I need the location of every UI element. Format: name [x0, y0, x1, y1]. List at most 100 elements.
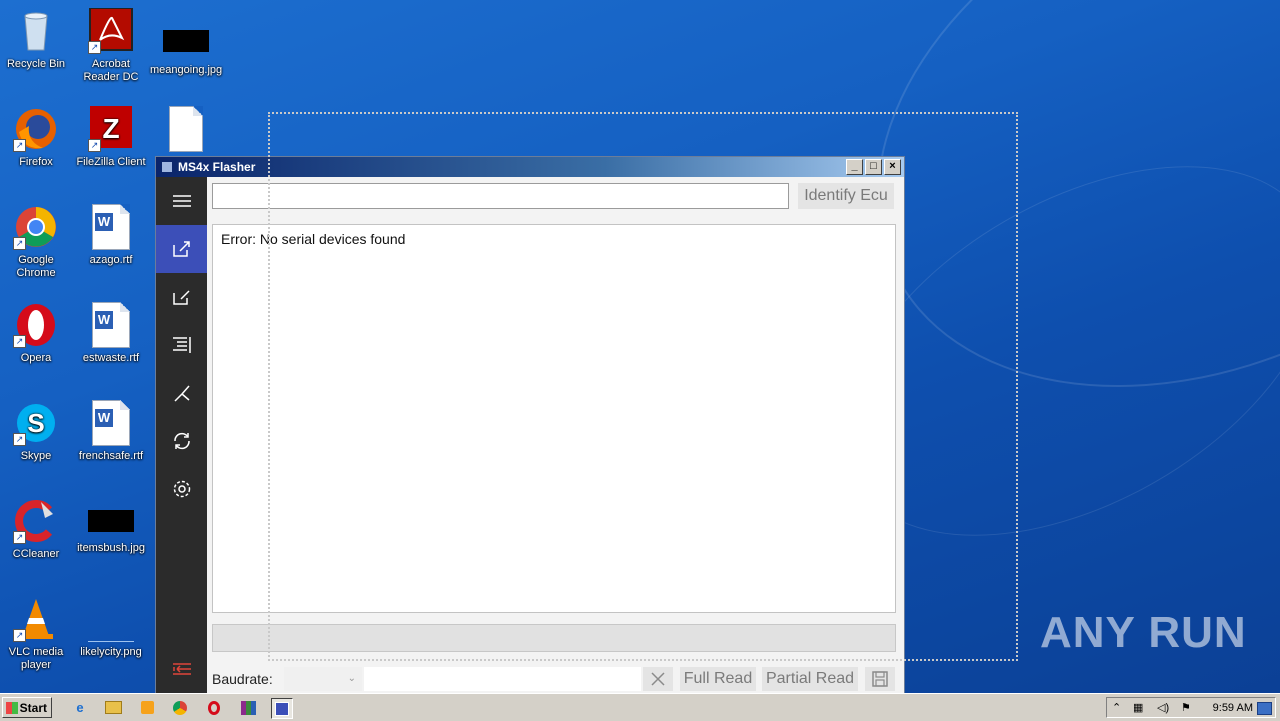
tools-icon	[173, 385, 190, 402]
opera-icon	[208, 700, 220, 715]
status-field	[364, 667, 641, 691]
desktop-file-blank[interactable]	[150, 106, 222, 156]
desktop-file-itemsbush[interactable]: itemsbush.jpg	[75, 498, 147, 555]
window-title: MS4x Flasher	[178, 160, 256, 174]
word-document-icon: W	[88, 400, 134, 446]
full-read-button[interactable]: Full Read	[680, 667, 756, 691]
clock[interactable]: 9:59 AM	[1213, 702, 1253, 714]
sidebar-item-read[interactable]	[156, 225, 207, 273]
image-thumbnail-icon	[88, 510, 134, 532]
desktop-icon-acrobat[interactable]: ↗ Acrobat Reader DC	[75, 7, 147, 84]
ms4x-flasher-window: MS4x Flasher _ □ × Identify Ecu Error: N…	[155, 156, 905, 694]
desktop-icon-filezilla[interactable]: Z ↗ FileZilla Client	[75, 106, 147, 169]
desktop-icon-label: VLC media player	[8, 646, 64, 671]
chevron-down-icon: ⌄	[347, 673, 356, 684]
collapse-sidebar-button[interactable]	[156, 645, 207, 693]
desktop-icon-skype[interactable]: S ↗ Skype	[0, 400, 72, 463]
output-log: Error: No serial devices found	[212, 224, 896, 613]
start-button[interactable]: Start	[2, 697, 52, 718]
desktop-icon-firefox[interactable]: ↗ Firefox	[0, 106, 72, 169]
refresh-icon	[173, 432, 190, 450]
baudrate-label: Baudrate:	[212, 671, 273, 687]
app-icon	[275, 701, 289, 716]
word-document-icon: W	[88, 204, 134, 250]
close-button[interactable]: ×	[884, 159, 901, 175]
minimize-button[interactable]: _	[846, 159, 863, 175]
blank-document-icon	[163, 106, 209, 152]
volume-icon[interactable]: ◁)	[1157, 701, 1169, 714]
desktop-icon-ccleaner[interactable]: ↗ CCleaner	[0, 498, 72, 561]
show-desktop-icon[interactable]	[1257, 702, 1272, 715]
log-icon	[172, 337, 191, 353]
save-button[interactable]	[865, 667, 895, 691]
image-thumbnail-icon	[163, 30, 209, 52]
ie-icon: e	[76, 700, 84, 715]
desktop-icon-label: estwaste.rtf	[82, 352, 140, 364]
chrome-icon	[173, 700, 187, 715]
anyrun-watermark: ANY RUN	[1040, 608, 1247, 657]
desktop-file-frenchsafe[interactable]: W frenchsafe.rtf	[75, 400, 147, 463]
taskbar-ms4x-flasher-button[interactable]	[271, 698, 293, 719]
partial-read-button[interactable]: Partial Read	[762, 667, 858, 691]
desktop-icon-label: meangoing.jpg	[150, 64, 223, 76]
identify-ecu-button[interactable]: Identify Ecu	[798, 183, 894, 209]
firefox-icon: ↗	[13, 106, 59, 152]
desktop-icon-vlc[interactable]: ↗ VLC media player	[0, 596, 72, 672]
settings-icon	[173, 480, 190, 498]
ecu-input[interactable]	[212, 183, 789, 209]
desktop-icon-label: Recycle Bin	[6, 58, 66, 70]
maximize-button[interactable]: □	[865, 159, 882, 175]
ccleaner-icon: ↗	[13, 498, 59, 544]
write-icon	[172, 290, 190, 305]
log-message: Error: No serial devices found	[221, 231, 406, 247]
app-icon	[162, 162, 172, 172]
start-label: Start	[19, 701, 47, 715]
desktop-file-estwaste[interactable]: W estwaste.rtf	[75, 302, 147, 365]
taskbar-opera-button[interactable]	[204, 698, 224, 717]
taskbar-chrome-button[interactable]	[170, 698, 190, 717]
menu-icon	[172, 195, 191, 207]
progress-bar	[212, 624, 896, 652]
desktop-icon-label: Acrobat Reader DC	[83, 58, 139, 83]
taskbar-explorer-button[interactable]	[103, 698, 123, 717]
taskbar: Start e ⌃ ▦ ◁) ⚑ 9:59 AM	[0, 693, 1280, 721]
desktop-icon-google-chrome[interactable]: ↗ Google Chrome	[0, 204, 72, 280]
title-bar[interactable]: MS4x Flasher _ □ ×	[156, 157, 904, 177]
connect-icon	[172, 241, 190, 257]
desktop-icon-recycle-bin[interactable]: Recycle Bin	[0, 8, 72, 71]
sidebar-item-refresh[interactable]	[156, 417, 207, 465]
archive-icon	[240, 700, 256, 715]
collapse-icon	[172, 663, 191, 675]
sidebar-item-log[interactable]	[156, 321, 207, 369]
recycle-bin-icon	[13, 8, 59, 54]
desktop-icon-label: itemsbush.jpg	[77, 542, 145, 554]
baudrate-select[interactable]: ⌄	[284, 667, 362, 691]
acrobat-icon: ↗	[88, 7, 134, 54]
desktop-icon-opera[interactable]: ↗ Opera	[0, 302, 72, 365]
cancel-button[interactable]	[643, 667, 673, 691]
menu-button[interactable]	[156, 177, 207, 225]
taskbar-ie-button[interactable]: e	[70, 698, 90, 717]
sidebar-item-write[interactable]	[156, 273, 207, 321]
desktop-file-likelycity[interactable]: likelycity.png	[75, 596, 147, 659]
tray-expand-icon[interactable]: ⌃	[1112, 701, 1121, 714]
main-content: Identify Ecu Error: No serial devices fo…	[207, 177, 904, 693]
media-player-icon	[140, 701, 154, 714]
image-thumbnail-icon	[88, 596, 134, 642]
close-x-icon	[651, 672, 665, 686]
sidebar-item-settings[interactable]	[156, 465, 207, 513]
svg-text:Z: Z	[102, 113, 119, 144]
network-icon[interactable]: ▦	[1133, 701, 1143, 714]
desktop-file-azago[interactable]: W azago.rtf	[75, 204, 147, 267]
windows-flag-icon	[6, 702, 18, 714]
desktop-icon-label: Skype	[20, 450, 52, 462]
vlc-cone-icon: ↗	[13, 596, 59, 642]
sidebar-item-tools[interactable]	[156, 369, 207, 417]
opera-icon: ↗	[13, 302, 59, 348]
desktop-file-meangoing[interactable]: meangoing.jpg	[150, 8, 222, 77]
taskbar-archive-button[interactable]	[238, 698, 258, 717]
skype-icon: S ↗	[13, 400, 59, 446]
taskbar-media-button[interactable]	[137, 698, 157, 717]
flag-icon[interactable]: ⚑	[1181, 701, 1191, 714]
bottom-toolbar: Baudrate: ⌄ Full Read Partial Read	[207, 667, 904, 693]
